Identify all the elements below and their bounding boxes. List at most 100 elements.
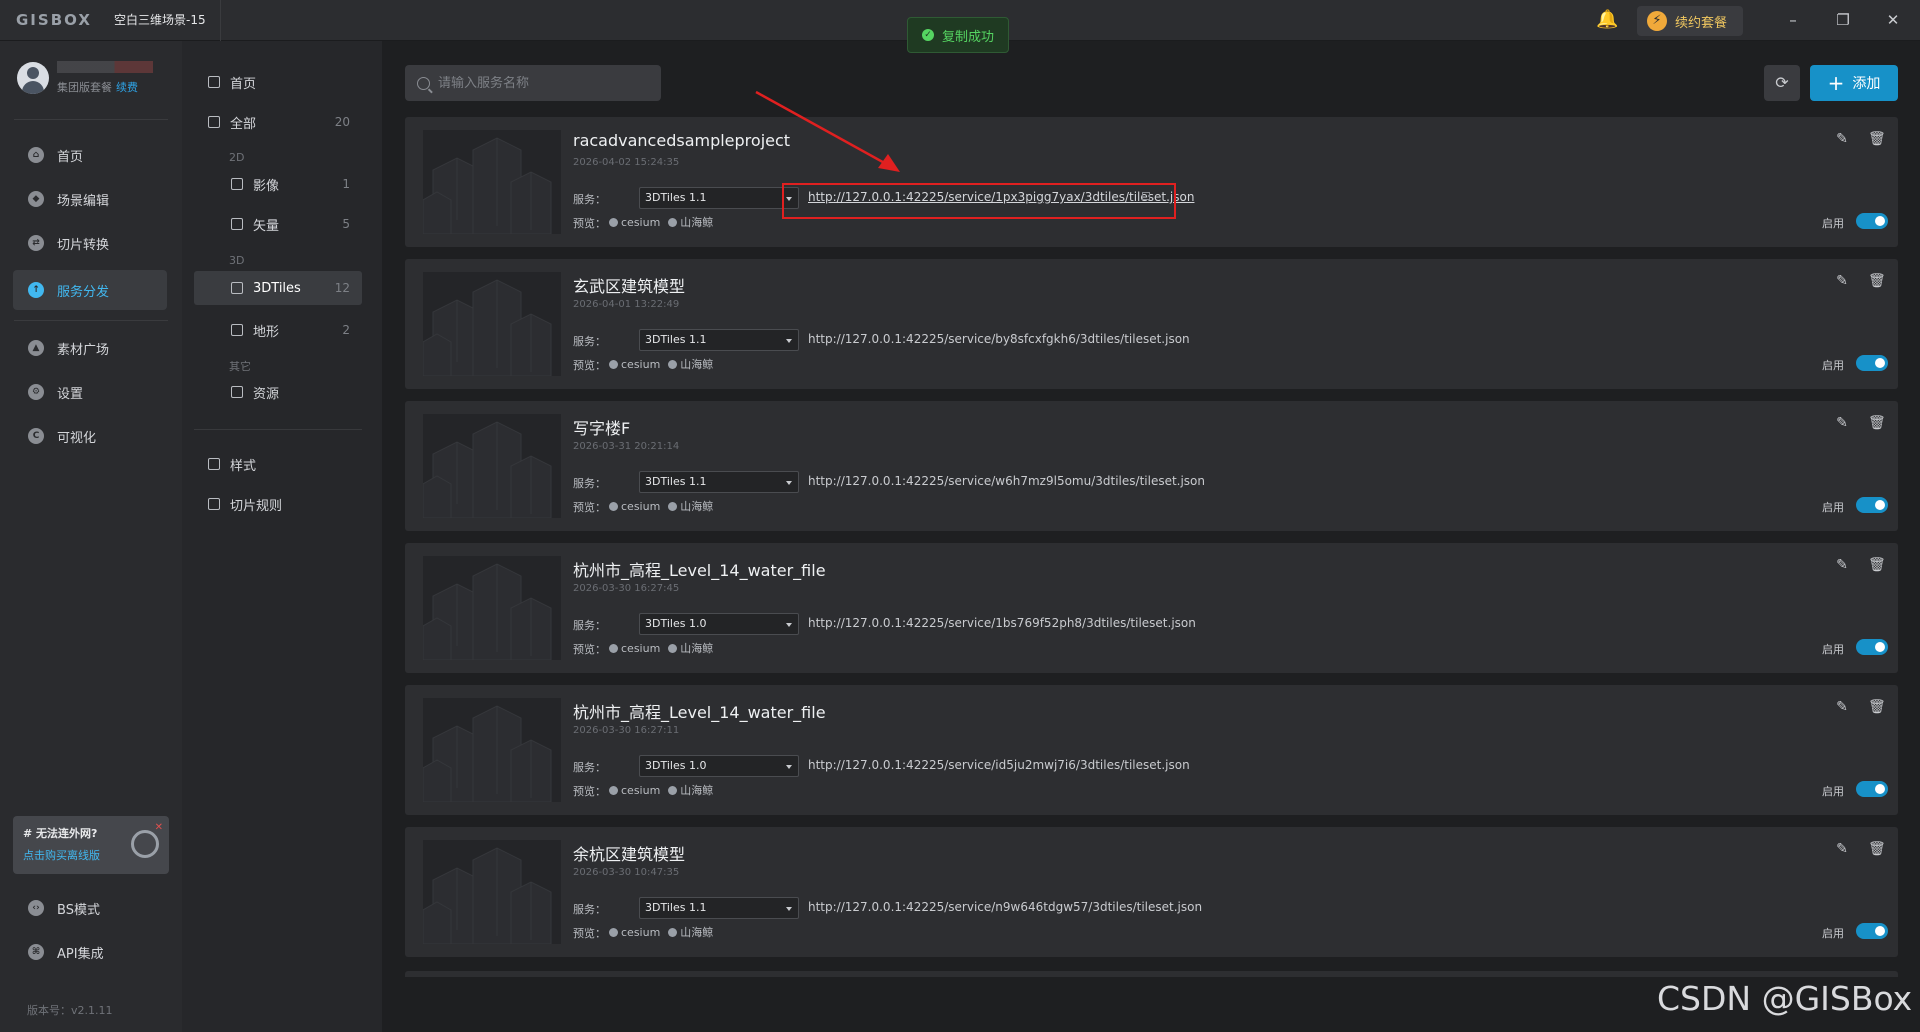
renew-link[interactable]: 续费: [116, 81, 138, 94]
nav-item-tile-convert[interactable]: ⇄ 切片转换: [13, 223, 167, 263]
service-name: racadvancedsampleproject: [573, 131, 791, 150]
user-profile[interactable]: 集团版套餐 续费: [17, 61, 153, 95]
category-count: 20: [334, 115, 350, 129]
nav-item-home[interactable]: ⌂ 首页: [13, 135, 167, 175]
category-resource[interactable]: 资源: [194, 375, 362, 409]
nav-item-api[interactable]: ⌘ API集成: [13, 932, 167, 972]
category-tile-rules[interactable]: 切片规则: [194, 487, 362, 521]
add-button[interactable]: + 添加: [1810, 65, 1898, 101]
category-imagery[interactable]: 影像 1: [194, 167, 362, 201]
nav-item-visualization[interactable]: C 可视化: [13, 416, 167, 456]
service-version-select[interactable]: 3DTiles 1.0: [639, 613, 799, 635]
service-label: 服务：: [573, 619, 606, 632]
preview-cesium[interactable]: cesium: [609, 214, 660, 230]
enable-toggle[interactable]: [1856, 639, 1888, 655]
delete-icon[interactable]: 🗑: [1868, 557, 1886, 573]
avatar: [17, 62, 49, 94]
copy-icon[interactable]: [1142, 192, 1150, 200]
search-input[interactable]: [438, 75, 648, 91]
category-3dtiles[interactable]: 3DTiles 12: [194, 271, 362, 305]
refresh-button[interactable]: ⟳: [1764, 65, 1800, 101]
delete-icon[interactable]: 🗑: [1868, 131, 1886, 147]
preview-cesium[interactable]: cesium: [609, 924, 660, 940]
shanhaijing-icon: [668, 785, 678, 795]
enable-toggle[interactable]: [1856, 781, 1888, 797]
service-date: 2026-03-30 16:27:11: [573, 725, 680, 736]
chevron-down-icon: [786, 623, 792, 627]
service-card[interactable]: 杭州市_高程_Level_14_water_file 2026-03-30 16…: [405, 685, 1898, 815]
service-card[interactable]: 玄武区建筑模型 2026-04-01 13:22:49 服务： 3DTiles …: [405, 259, 1898, 389]
category-home[interactable]: 首页: [194, 65, 362, 99]
search-box[interactable]: [405, 65, 661, 101]
edit-icon[interactable]: ✎: [1834, 699, 1850, 715]
edit-icon[interactable]: ✎: [1834, 841, 1850, 857]
divider: [194, 429, 362, 430]
delete-icon[interactable]: 🗑: [1868, 415, 1886, 431]
service-card[interactable]: 写字楼F 2026-03-31 20:21:14 服务： 3DTiles 1.1…: [405, 401, 1898, 531]
enable-toggle[interactable]: [1856, 497, 1888, 513]
preview-shanhaijing[interactable]: 山海鲸: [668, 498, 713, 514]
service-version-select[interactable]: 3DTiles 1.0: [639, 755, 799, 777]
edit-icon[interactable]: ✎: [1834, 415, 1850, 431]
category-terrain[interactable]: 地形 2: [194, 313, 362, 347]
service-card[interactable]: 杭州市_高程_Level_14_water_file 2026-03-30 16…: [405, 543, 1898, 673]
service-url[interactable]: http://127.0.0.1:42225/service/id5ju2mwj…: [808, 758, 1190, 772]
service-url[interactable]: http://127.0.0.1:42225/service/by8sfcxfg…: [808, 332, 1190, 346]
preview-cesium[interactable]: cesium: [609, 498, 660, 514]
preview-label: 预览：: [573, 501, 606, 514]
visual-icon: C: [28, 428, 44, 444]
minimize-button[interactable]: –: [1781, 9, 1805, 31]
preview-shanhaijing[interactable]: 山海鲸: [668, 782, 713, 798]
service-version-select[interactable]: 3DTiles 1.1: [639, 897, 799, 919]
nav-item-scene-edit[interactable]: ◆ 场景编辑: [13, 179, 167, 219]
service-label: 服务：: [573, 193, 606, 206]
user-plan: 集团版套餐: [57, 81, 112, 94]
preview-cesium[interactable]: cesium: [609, 782, 660, 798]
service-url[interactable]: http://127.0.0.1:42225/service/1bs769f52…: [808, 616, 1196, 630]
preview-shanhaijing[interactable]: 山海鲸: [668, 356, 713, 372]
restore-button[interactable]: ❐: [1831, 9, 1855, 31]
close-button[interactable]: ✕: [1881, 9, 1905, 31]
offline-promo-card[interactable]: # 无法连外网? 点击购买离线版 ✕: [13, 816, 169, 874]
enable-toggle[interactable]: [1856, 923, 1888, 939]
edit-icon[interactable]: ✎: [1834, 131, 1850, 147]
service-version-select[interactable]: 3DTiles 1.1: [639, 329, 799, 351]
plus-icon: +: [1827, 71, 1845, 95]
cesium-icon: [609, 501, 618, 511]
category-vector[interactable]: 矢量 5: [194, 207, 362, 241]
preview-shanhaijing[interactable]: 山海鲸: [668, 924, 713, 940]
satellite-icon: [231, 178, 243, 190]
service-date: 2026-03-30 10:47:35: [573, 867, 680, 878]
nav-item-service-publish[interactable]: ↑ 服务分发: [13, 270, 167, 310]
enable-toggle[interactable]: [1856, 213, 1888, 229]
delete-icon[interactable]: 🗑: [1868, 699, 1886, 715]
edit-icon[interactable]: ✎: [1834, 557, 1850, 573]
service-version-select[interactable]: 3DTiles 1.1: [639, 471, 799, 493]
category-all[interactable]: 全部 20: [194, 105, 362, 139]
service-card[interactable]: 余杭区建筑模型 2026-03-30 10:47:35 服务： 3DTiles …: [405, 827, 1898, 957]
nav-item-bs-mode[interactable]: ‹› BS模式: [13, 888, 167, 928]
service-card[interactable]: racadvancedsampleproject 2026-04-02 15:2…: [405, 117, 1898, 247]
service-url[interactable]: http://127.0.0.1:42225/service/w6h7mz9l5…: [808, 474, 1205, 488]
delete-icon[interactable]: 🗑: [1868, 841, 1886, 857]
bell-icon[interactable]: 🔔: [1596, 9, 1618, 31]
service-thumbnail: [423, 698, 561, 802]
preview-cesium[interactable]: cesium: [609, 356, 660, 372]
preview-cesium[interactable]: cesium: [609, 640, 660, 656]
service-version-value: 3DTiles 1.1: [645, 333, 707, 346]
nav-item-settings[interactable]: ⚙ 设置: [13, 372, 167, 412]
nav-item-asset-square[interactable]: ▲ 素材广场: [13, 328, 167, 368]
delete-icon[interactable]: 🗑: [1868, 273, 1886, 289]
service-url[interactable]: http://127.0.0.1:42225/service/1px3pigg7…: [808, 190, 1194, 204]
service-version-select[interactable]: 3DTiles 1.1: [639, 187, 799, 209]
preview-shanhaijing[interactable]: 山海鲸: [668, 214, 713, 230]
edit-icon[interactable]: ✎: [1834, 273, 1850, 289]
renew-plan-button[interactable]: ⚡ 续约套餐: [1637, 6, 1743, 36]
preview-shanhaijing[interactable]: 山海鲸: [668, 640, 713, 656]
cesium-icon: [609, 217, 618, 227]
api-icon: ⌘: [28, 944, 44, 960]
category-style[interactable]: 样式: [194, 447, 362, 481]
service-url[interactable]: http://127.0.0.1:42225/service/n9w646tdg…: [808, 900, 1202, 914]
grid-icon: [208, 116, 220, 128]
enable-toggle[interactable]: [1856, 355, 1888, 371]
